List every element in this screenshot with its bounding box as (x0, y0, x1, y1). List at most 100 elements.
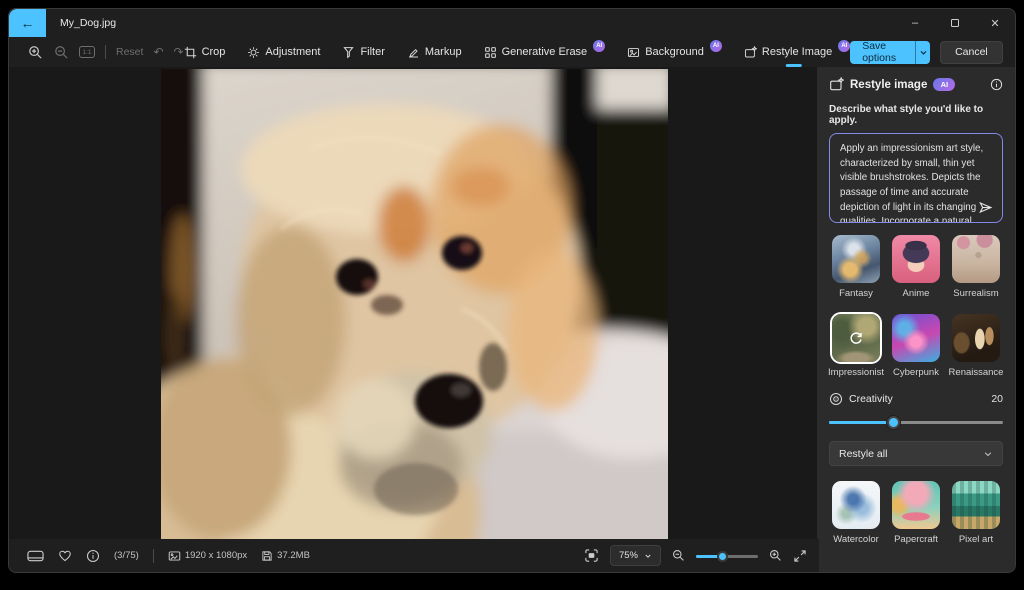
filmstrip-toggle-button[interactable] (27, 549, 44, 563)
fullscreen-button[interactable] (793, 549, 807, 563)
redo-button[interactable]: ↷ (174, 46, 184, 58)
close-button[interactable]: ✕ (975, 9, 1015, 37)
crop-icon (184, 46, 196, 58)
chevron-down-icon (983, 449, 993, 459)
tab-generative-erase[interactable]: Generative Erase AI (484, 37, 606, 67)
filter-funnel-icon (343, 46, 355, 58)
prompt-label: Describe what style you'd like to apply. (829, 104, 984, 126)
save-options-dropdown-button[interactable] (914, 40, 931, 64)
style-label: Cyberpunk (893, 367, 939, 378)
zoom-in-button[interactable] (27, 44, 43, 60)
storage-icon (261, 550, 273, 562)
creativity-value: 20 (991, 393, 1003, 405)
window-controls: – ✕ (895, 9, 1015, 37)
restyle-scope-dropdown[interactable]: Restyle all (829, 441, 1003, 466)
style-renaissance[interactable]: Renaissance (949, 314, 1003, 378)
tab-crop[interactable]: Crop (184, 37, 225, 67)
restyle-panel: Restyle image AI Describe what style you… (817, 67, 1015, 572)
maximize-button[interactable] (935, 9, 975, 37)
style-prompt-input[interactable]: Apply an impressionism art style, charac… (830, 134, 1002, 222)
tab-label: Filter (360, 46, 385, 58)
back-arrow-icon: ← (20, 15, 35, 31)
favorite-button[interactable] (58, 549, 72, 563)
photo-counter: (3/75) (114, 550, 139, 561)
fit-to-window-icon (585, 549, 598, 562)
titlebar: ← My_Dog.jpg – ✕ (9, 9, 1015, 37)
tab-filter[interactable]: Filter (342, 37, 385, 67)
style-label: Renaissance (948, 367, 1004, 378)
zoom-out-icon (54, 45, 68, 59)
edit-tabs: Crop Adjustment Filter Markup Generative… (184, 37, 851, 67)
view-controls: 1:1 Reset ↶ ↷ (27, 44, 184, 60)
statusbar-left: (3/75) 1920 x 1080px 37.2MB (27, 548, 310, 563)
style-anime[interactable]: Anime (889, 235, 943, 299)
regenerate-overlay[interactable] (832, 314, 880, 362)
tab-label: Adjustment (265, 46, 321, 58)
save-options-split-button: Save options (850, 40, 931, 64)
send-button[interactable] (978, 200, 993, 215)
style-renaissance-thumbnail (952, 314, 1000, 362)
markup-pen-icon (408, 48, 418, 57)
style-surrealism-thumbnail (952, 235, 1000, 283)
creativity-slider[interactable] (829, 416, 1003, 429)
style-papercraft[interactable]: Papercraft (889, 481, 943, 545)
creativity-label: Creativity (849, 393, 893, 405)
tab-background[interactable]: Background AI (627, 37, 722, 67)
save-options-button[interactable]: Save options (850, 40, 915, 64)
zoom-out-button[interactable] (672, 549, 685, 562)
adjustment-sun-icon (248, 46, 260, 58)
ai-badge: AI (709, 40, 722, 52)
file-info-button[interactable] (86, 549, 100, 563)
zoom-percent-dropdown[interactable]: 75% (609, 545, 661, 566)
photos-app-window: ← My_Dog.jpg – ✕ 1:1 Reset ↶ ↷ Crop Adju… (8, 8, 1016, 573)
zoom-slider[interactable] (696, 550, 758, 562)
image-dimensions: 1920 x 1080px (168, 550, 247, 562)
style-fantasy[interactable]: Fantasy (829, 235, 883, 299)
toolbar: 1:1 Reset ↶ ↷ Crop Adjustment Filter Mar (9, 37, 1015, 67)
back-button[interactable]: ← (9, 9, 46, 37)
slider-thumb[interactable] (887, 416, 901, 429)
zoom-slider-thumb[interactable] (717, 550, 729, 562)
minimize-button[interactable]: – (895, 9, 935, 37)
zoom-percent-value: 75% (618, 550, 638, 561)
tab-adjustment[interactable]: Adjustment (247, 37, 320, 67)
ai-badge: AI (838, 40, 851, 52)
tab-markup[interactable]: Markup (407, 37, 462, 67)
tab-restyle-image[interactable]: Restyle Image AI (744, 37, 851, 67)
style-cyberpunk[interactable]: Cyberpunk (889, 314, 943, 378)
expand-icon (794, 549, 806, 562)
zoom-in-button[interactable] (769, 549, 782, 562)
undo-button[interactable]: ↶ (153, 46, 163, 58)
tab-label: Background (645, 46, 704, 58)
style-impressionist-thumbnail (832, 314, 880, 362)
statusbar: (3/75) 1920 x 1080px 37.2MB 75% (9, 539, 819, 572)
fit-to-window-button[interactable] (584, 548, 599, 563)
restyle-scope-value: Restyle all (839, 447, 888, 460)
info-circle-icon (86, 549, 100, 562)
cancel-button[interactable]: Cancel (940, 40, 1003, 64)
zoom-out-button[interactable] (53, 44, 69, 60)
actual-size-button[interactable]: 1:1 (79, 44, 95, 60)
chevron-down-icon (645, 554, 651, 558)
style-pixel-art[interactable]: Pixel art (949, 481, 1003, 545)
style-watercolor[interactable]: Watercolor (829, 481, 883, 545)
file-size: 37.2MB (261, 550, 310, 562)
ai-badge: AI (593, 40, 606, 52)
style-anime-thumbnail (892, 235, 940, 283)
style-label: Pixel art (958, 534, 994, 545)
style-label: Surrealism (953, 288, 999, 299)
style-papercraft-thumbnail (892, 481, 940, 529)
send-icon (979, 201, 993, 214)
info-button[interactable] (990, 78, 1003, 91)
prompt-container: Apply an impressionism art style, charac… (829, 133, 1003, 223)
reset-button[interactable]: Reset (116, 46, 143, 58)
style-surrealism[interactable]: Surrealism (949, 235, 1003, 299)
style-impressionist-selected[interactable]: Impressionist (828, 314, 884, 378)
restyle-image-icon (830, 77, 844, 91)
slider-fill (829, 421, 894, 424)
zoom-in-icon (28, 45, 42, 59)
background-image-icon (628, 47, 640, 57)
style-cyberpunk-thumbnail (892, 314, 940, 362)
refresh-icon (850, 332, 862, 344)
dimensions-text: 1920 x 1080px (184, 550, 248, 561)
